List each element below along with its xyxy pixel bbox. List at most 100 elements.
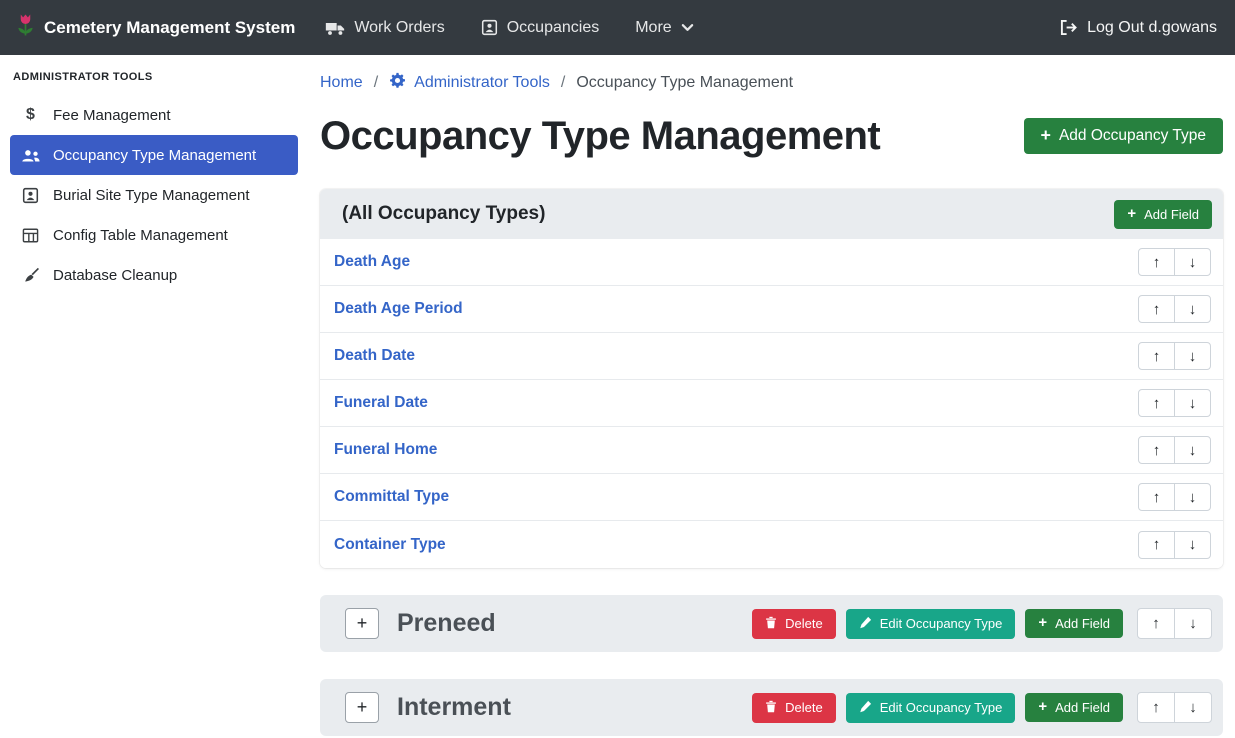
move-down-button[interactable]: ↓ xyxy=(1174,342,1211,370)
move-down-button[interactable]: ↓ xyxy=(1174,295,1211,323)
field-row: Funeral Home ↑ ↓ xyxy=(320,427,1223,474)
nav-more-label: More xyxy=(635,19,671,37)
breadcrumb-admin-link[interactable]: Administrator Tools xyxy=(389,72,550,94)
section-title: Preneed xyxy=(397,609,752,638)
logout-icon xyxy=(1059,19,1078,36)
move-down-button[interactable]: ↓ xyxy=(1174,608,1212,639)
field-link[interactable]: Committal Type xyxy=(334,488,449,506)
main-content: Home / Administrator Tools / Occupancy T… xyxy=(308,55,1235,738)
edit-label: Edit Occupancy Type xyxy=(880,616,1003,631)
breadcrumb-home-link[interactable]: Home xyxy=(320,74,363,92)
breadcrumb-separator: / xyxy=(374,74,378,92)
nav-work-orders-label: Work Orders xyxy=(354,19,444,37)
breadcrumb: Home / Administrator Tools / Occupancy T… xyxy=(320,71,1223,95)
section-title: Interment xyxy=(397,693,752,722)
reorder-button-group: ↑ ↓ xyxy=(1138,483,1211,511)
all-occupancy-types-header: (All Occupancy Types) + Add Field xyxy=(320,189,1223,239)
add-field-button[interactable]: + Add Field xyxy=(1025,609,1123,638)
sidebar-item-label: Database Cleanup xyxy=(53,267,177,284)
sidebar-item-label: Config Table Management xyxy=(53,227,228,244)
move-up-button[interactable]: ↑ xyxy=(1138,531,1175,559)
sidebar-item-fee-management[interactable]: $ Fee Management xyxy=(10,95,298,135)
logout-link[interactable]: Log Out d.gowans xyxy=(1059,19,1217,37)
add-occupancy-type-button[interactable]: + Add Occupancy Type xyxy=(1024,118,1223,154)
edit-occupancy-type-button[interactable]: Edit Occupancy Type xyxy=(846,609,1016,639)
all-occupancy-types-card: (All Occupancy Types) + Add Field Death … xyxy=(320,189,1223,568)
field-link[interactable]: Container Type xyxy=(334,536,446,554)
field-link[interactable]: Death Age xyxy=(334,253,410,271)
move-up-button[interactable]: ↑ xyxy=(1138,342,1175,370)
edit-label: Edit Occupancy Type xyxy=(880,700,1003,715)
field-row: Death Date ↑ ↓ xyxy=(320,333,1223,380)
section-actions: Delete Edit Occupancy Type + Add Field ↑ xyxy=(752,608,1212,639)
add-field-label: Add Field xyxy=(1144,207,1199,222)
expand-button[interactable]: + xyxy=(345,608,379,639)
expand-button[interactable]: + xyxy=(345,692,379,723)
sidebar-item-occupancy-type-management[interactable]: Occupancy Type Management xyxy=(10,135,298,175)
occupancy-icon xyxy=(481,19,498,36)
section-preneed: + Preneed Delete xyxy=(320,595,1223,652)
sidebar-item-burial-site-type-management[interactable]: Burial Site Type Management xyxy=(10,175,298,215)
nav-occupancies-label: Occupancies xyxy=(507,19,600,37)
logout-label: Log Out d.gowans xyxy=(1087,19,1217,37)
reorder-button-group: ↑ ↓ xyxy=(1138,436,1211,464)
field-link[interactable]: Funeral Home xyxy=(334,441,437,459)
sidebar: ADMINISTRATOR TOOLS $ Fee Management Occ… xyxy=(0,55,308,738)
move-down-button[interactable]: ↓ xyxy=(1174,436,1211,464)
edit-occupancy-type-button[interactable]: Edit Occupancy Type xyxy=(846,693,1016,723)
dollar-icon: $ xyxy=(19,106,42,124)
all-occupancy-types-title: (All Occupancy Types) xyxy=(342,203,545,225)
brand[interactable]: Cemetery Management System xyxy=(16,12,295,43)
move-up-button[interactable]: ↑ xyxy=(1138,389,1175,417)
sidebar-heading: ADMINISTRATOR TOOLS xyxy=(0,65,308,95)
move-down-button[interactable]: ↓ xyxy=(1174,248,1211,276)
pencil-icon xyxy=(859,616,872,632)
add-field-button[interactable]: + Add Field xyxy=(1114,200,1212,229)
top-navbar: Cemetery Management System Work Orders O… xyxy=(0,0,1235,55)
field-link[interactable]: Death Date xyxy=(334,347,415,365)
move-down-button[interactable]: ↓ xyxy=(1174,692,1212,723)
field-row: Funeral Date ↑ ↓ xyxy=(320,380,1223,427)
plus-icon: + xyxy=(1041,127,1051,145)
burial-site-icon xyxy=(19,187,42,204)
move-up-button[interactable]: ↑ xyxy=(1137,692,1175,723)
field-link[interactable]: Funeral Date xyxy=(334,394,428,412)
nav-work-orders[interactable]: Work Orders xyxy=(325,19,444,37)
delete-label: Delete xyxy=(785,700,823,715)
table-icon xyxy=(19,228,42,243)
move-down-button[interactable]: ↓ xyxy=(1174,531,1211,559)
sidebar-item-config-table-management[interactable]: Config Table Management xyxy=(10,215,298,255)
page-header: Occupancy Type Management + Add Occupanc… xyxy=(320,111,1223,161)
delete-label: Delete xyxy=(785,616,823,631)
move-down-button[interactable]: ↓ xyxy=(1174,483,1211,511)
move-up-button[interactable]: ↑ xyxy=(1138,295,1175,323)
breadcrumb-separator: / xyxy=(561,74,565,92)
move-up-button[interactable]: ↑ xyxy=(1138,248,1175,276)
nav-more[interactable]: More xyxy=(635,19,693,37)
move-up-button[interactable]: ↑ xyxy=(1138,436,1175,464)
sidebar-item-database-cleanup[interactable]: Database Cleanup xyxy=(10,255,298,295)
broom-icon xyxy=(19,267,42,284)
gear-icon xyxy=(389,72,406,94)
add-field-label: Add Field xyxy=(1055,616,1110,631)
breadcrumb-admin-label: Administrator Tools xyxy=(414,74,550,92)
truck-icon xyxy=(325,20,345,36)
sidebar-item-label: Fee Management xyxy=(53,107,171,124)
add-occupancy-type-label: Add Occupancy Type xyxy=(1059,127,1206,145)
add-field-button[interactable]: + Add Field xyxy=(1025,693,1123,722)
move-up-button[interactable]: ↑ xyxy=(1138,483,1175,511)
field-link[interactable]: Death Age Period xyxy=(334,300,463,318)
delete-button[interactable]: Delete xyxy=(752,693,836,723)
nav-occupancies[interactable]: Occupancies xyxy=(481,19,600,37)
reorder-button-group: ↑ ↓ xyxy=(1138,342,1211,370)
delete-button[interactable]: Delete xyxy=(752,609,836,639)
move-down-button[interactable]: ↓ xyxy=(1174,389,1211,417)
move-up-button[interactable]: ↑ xyxy=(1137,608,1175,639)
reorder-button-group: ↑ ↓ xyxy=(1138,248,1211,276)
add-field-label: Add Field xyxy=(1055,700,1110,715)
field-row: Container Type ↑ ↓ xyxy=(320,521,1223,568)
reorder-button-group: ↑ ↓ xyxy=(1138,531,1211,559)
plus-icon: + xyxy=(1038,616,1047,631)
section-actions: Delete Edit Occupancy Type + Add Field ↑ xyxy=(752,692,1212,723)
trash-icon xyxy=(765,700,777,716)
